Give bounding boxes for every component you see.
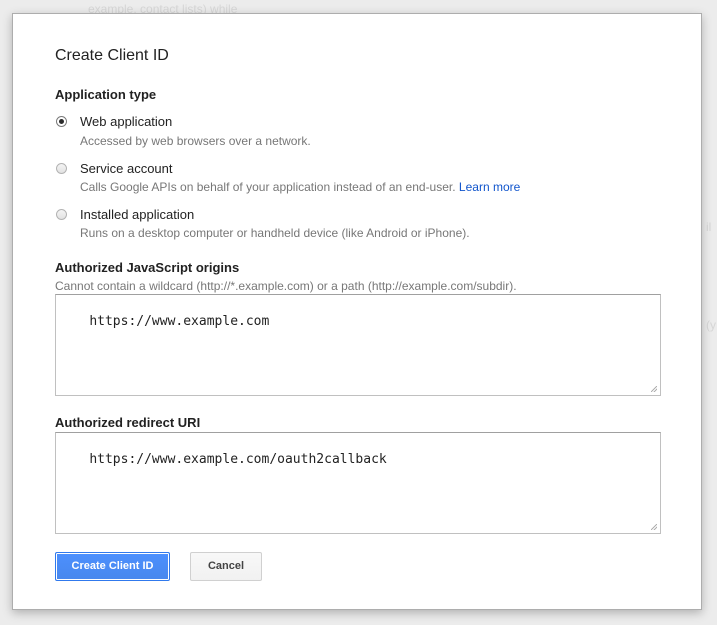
- service-account-radio[interactable]: [56, 163, 67, 174]
- create-client-id-dialog: Create Client ID Application type Web ap…: [12, 13, 702, 610]
- application-type-label: Application type: [55, 87, 157, 102]
- web-application-radio[interactable]: [56, 116, 67, 127]
- resize-grip-icon[interactable]: [651, 386, 657, 392]
- origins-value: https://www.example.com: [89, 314, 270, 329]
- origins-label: Authorized JavaScript origins: [55, 260, 240, 275]
- service-account-label[interactable]: Service account: [80, 161, 173, 176]
- installed-application-description: Runs on a desktop computer or handheld d…: [80, 226, 470, 240]
- web-application-description: Accessed by web browsers over a network.: [80, 134, 311, 148]
- dialog-title: Create Client ID: [55, 47, 169, 64]
- service-account-description-text: Calls Google APIs on behalf of your appl…: [80, 180, 456, 194]
- background-text: (y: [706, 318, 716, 332]
- installed-application-label[interactable]: Installed application: [80, 207, 194, 222]
- origins-hint: Cannot contain a wildcard (http://*.exam…: [55, 279, 517, 293]
- redirect-textarea[interactable]: https://www.example.com/oauth2callback: [55, 432, 661, 534]
- redirect-label: Authorized redirect URI: [55, 415, 201, 430]
- cancel-button[interactable]: Cancel: [190, 552, 262, 581]
- service-account-description: Calls Google APIs on behalf of your appl…: [80, 180, 520, 194]
- redirect-value: https://www.example.com/oauth2callback: [89, 452, 387, 467]
- background-text: il: [706, 220, 712, 234]
- web-application-label[interactable]: Web application: [80, 114, 172, 129]
- learn-more-link[interactable]: Learn more: [459, 180, 520, 194]
- origins-textarea[interactable]: https://www.example.com: [55, 294, 661, 396]
- create-client-id-button[interactable]: Create Client ID: [55, 552, 170, 581]
- installed-application-radio[interactable]: [56, 209, 67, 220]
- resize-grip-icon[interactable]: [651, 524, 657, 530]
